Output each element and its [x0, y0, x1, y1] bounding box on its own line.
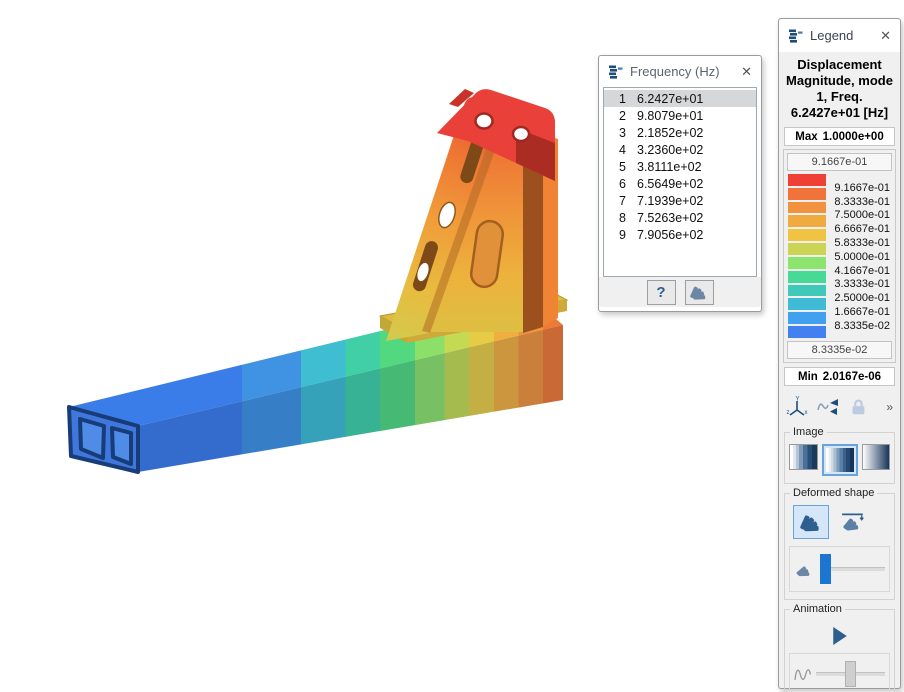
slider-handle[interactable] — [845, 661, 856, 687]
deformed-shape-button[interactable] — [685, 280, 714, 305]
slider-handle[interactable] — [820, 554, 831, 584]
color-scale-group: 9.1667e-01 — [783, 149, 896, 363]
list-item-mode-7[interactable]: 7 7.1939e+02 — [604, 192, 756, 209]
animation-group: Animation — [784, 609, 895, 692]
list-item-mode-6[interactable]: 6 6.5649e+02 — [604, 175, 756, 192]
legend-panel: Legend ✕ Displacement Magnitude, mode 1,… — [778, 18, 901, 689]
model-mount-hole — [476, 114, 493, 129]
play-icon[interactable] — [832, 627, 848, 645]
mode-stack-icon — [607, 64, 623, 80]
color-swatch — [788, 298, 826, 310]
image-group: Image — [784, 432, 895, 484]
color-swatch — [788, 271, 826, 283]
more-options-chevron[interactable]: » — [886, 400, 893, 414]
color-swatch — [788, 188, 826, 200]
deformed-beam-icon — [800, 511, 822, 533]
close-icon[interactable]: ✕ — [879, 28, 892, 44]
list-item-mode-1[interactable]: 1 6.2427e+01 — [604, 90, 756, 107]
color-swatch — [788, 215, 826, 227]
probe-curve-button[interactable] — [817, 397, 839, 417]
deformed-view-button[interactable] — [793, 505, 829, 539]
color-swatch — [788, 257, 826, 269]
axes-triad-button[interactable]: Yx z — [786, 396, 808, 418]
color-swatch — [788, 202, 826, 214]
max-value-box[interactable]: Max 1.0000e+00 — [784, 127, 895, 146]
mode-stack-icon — [787, 28, 803, 44]
color-swatch — [788, 285, 826, 297]
result-title: Displacement Magnitude, mode 1, Freq. 6.… — [783, 57, 896, 121]
probe-curve-icon — [817, 397, 839, 417]
svg-text:x: x — [805, 410, 808, 416]
legend-panel-title: Legend — [810, 28, 879, 43]
svg-text:z: z — [787, 410, 790, 416]
animation-frames-slider[interactable] — [816, 659, 885, 689]
list-item-mode-2[interactable]: 2 9.8079e+01 — [604, 107, 756, 124]
image-style-smooth-bands-button[interactable] — [822, 444, 858, 476]
color-swatch — [788, 243, 826, 255]
lower-bound-box[interactable]: 8.3335e-02 — [787, 341, 892, 359]
list-item-mode-3[interactable]: 3 2.1852e+02 — [604, 124, 756, 141]
min-value-box[interactable]: Min 2.0167e-06 — [784, 367, 895, 386]
legend-panel-header[interactable]: Legend ✕ — [779, 19, 900, 52]
model-mount-hole — [513, 127, 529, 141]
legend-toolbar: Yx z » — [783, 389, 896, 423]
undeformed-overlay-button[interactable] — [835, 505, 871, 539]
image-style-gradient-button[interactable] — [862, 444, 891, 470]
list-item-mode-4[interactable]: 4 3.2360e+02 — [604, 141, 756, 158]
frequency-mode-list[interactable]: 1 6.2427e+01 2 9.8079e+01 3 2.1852e+02 4… — [603, 87, 757, 277]
list-item-mode-8[interactable]: 8 7.5263e+02 — [604, 209, 756, 226]
color-scale: 9.1667e-01 8.3333e-01 7.5000e-01 6.6667e… — [787, 174, 892, 338]
frequency-panel-title: Frequency (Hz) — [630, 64, 740, 79]
axes-triad-icon: Yx z — [786, 396, 808, 418]
deformed-with-reference-icon — [841, 511, 865, 533]
color-swatch — [788, 229, 826, 241]
frequency-panel-footer: ? — [599, 277, 761, 307]
frequency-panel-header[interactable]: Frequency (Hz) ✕ — [599, 56, 761, 87]
svg-text:Y: Y — [796, 397, 800, 403]
deformed-shape-group: Deformed shape — [784, 493, 895, 600]
viewport-3d-model[interactable] — [0, 0, 904, 692]
deformed-beam-icon — [690, 283, 708, 301]
close-icon[interactable]: ✕ — [740, 64, 753, 80]
model-bracket — [380, 89, 567, 343]
animation-settings-box — [789, 653, 890, 692]
upper-bound-box[interactable]: 9.1667e-01 — [787, 153, 892, 171]
list-item-mode-9[interactable]: 9 7.9056e+02 — [604, 226, 756, 243]
color-swatches — [788, 174, 826, 338]
deformation-scale-slider[interactable] — [820, 554, 885, 584]
lock-button[interactable] — [848, 397, 868, 417]
application-window: Frequency (Hz) ✕ 1 6.2427e+01 2 9.8079e+… — [0, 0, 904, 692]
image-style-banded-button[interactable] — [789, 444, 818, 470]
scale-labels: 9.1667e-01 8.3333e-01 7.5000e-01 6.6667e… — [834, 181, 890, 333]
frequency-panel: Frequency (Hz) ✕ 1 6.2427e+01 2 9.8079e+… — [598, 55, 762, 312]
color-swatch — [788, 312, 826, 324]
color-swatch — [788, 174, 826, 186]
color-swatch — [788, 326, 826, 338]
lock-icon — [848, 397, 868, 417]
sine-wave-icon — [794, 665, 812, 683]
deformation-scale-box — [789, 546, 890, 592]
list-item-mode-5[interactable]: 5 3.8111e+02 — [604, 158, 756, 175]
deformed-beam-icon — [794, 560, 814, 578]
help-button[interactable]: ? — [647, 280, 676, 305]
